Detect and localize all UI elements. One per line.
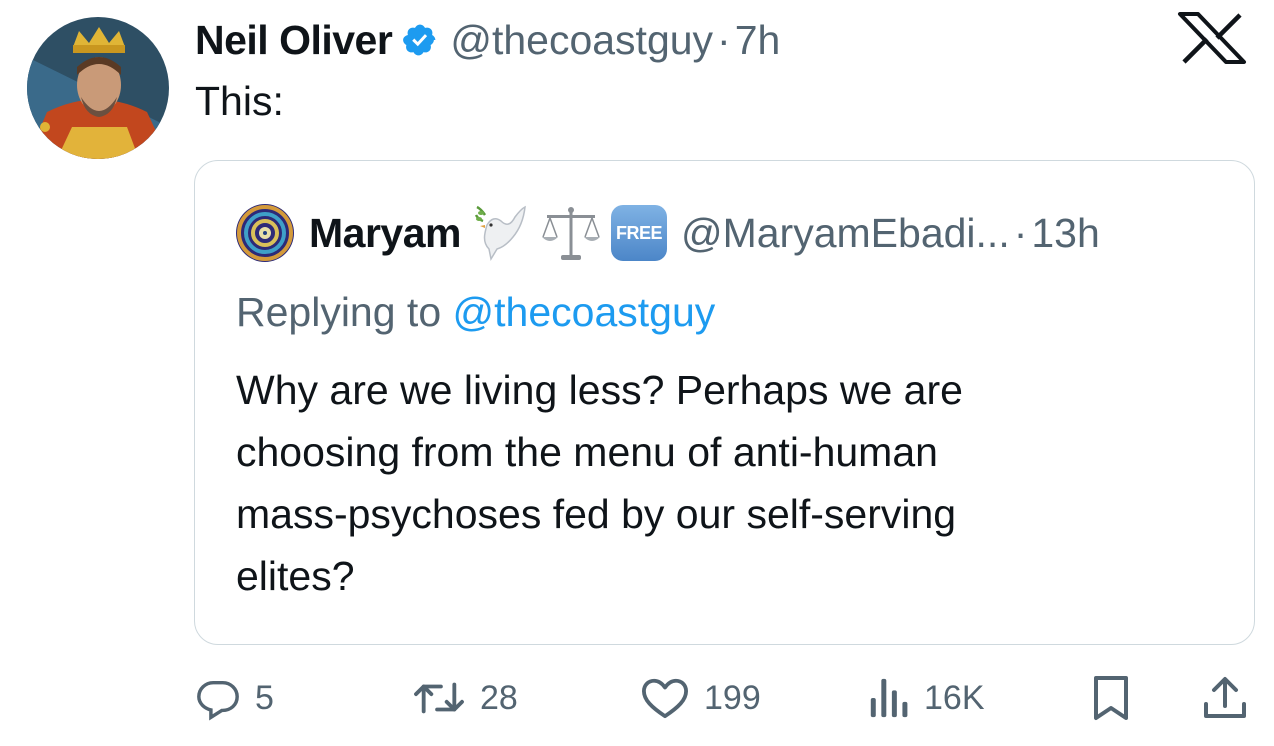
repost-count: 28: [480, 678, 518, 717]
share-icon: [1204, 677, 1246, 718]
replying-prefix: Replying to: [236, 289, 442, 335]
quoted-author-avatar[interactable]: [236, 204, 294, 262]
scales-emoji: [541, 203, 601, 263]
bookmark-button[interactable]: [1090, 668, 1132, 728]
author-name[interactable]: Neil Oliver: [195, 17, 393, 64]
separator-dot: ·: [1013, 209, 1028, 256]
replying-to-mention[interactable]: @thecoastguy: [453, 289, 716, 335]
author-handle[interactable]: @thecoastguy: [450, 17, 713, 64]
like-count: 199: [704, 678, 761, 717]
quoted-tweet-time[interactable]: 13h: [1031, 210, 1099, 257]
like-icon: [642, 678, 688, 719]
tweet-time[interactable]: 7h: [735, 17, 781, 64]
free-emoji: FREE: [610, 205, 667, 261]
tweet-text: This:: [195, 78, 284, 124]
tweet-header: Neil Oliver @thecoastguy · 7h: [195, 12, 780, 68]
views-button[interactable]: 16K: [868, 668, 985, 728]
x-logo-icon: [1174, 12, 1250, 64]
tweet-actions: 5 28 199 16K: [0, 668, 1274, 728]
replying-to-line: Replying to @thecoastguy: [236, 289, 715, 336]
views-count: 16K: [924, 678, 985, 717]
reply-count: 5: [255, 678, 274, 717]
reply-icon: [197, 680, 239, 721]
quoted-author-name[interactable]: Maryam: [309, 210, 461, 257]
author-avatar[interactable]: [27, 17, 169, 159]
quoted-tweet-header: Maryam FREE @MaryamEbadi... · 13h: [236, 203, 1100, 263]
quoted-author-handle[interactable]: @MaryamEbadi...: [681, 210, 1010, 257]
dove-emoji: [474, 203, 527, 263]
like-button[interactable]: 199: [640, 668, 761, 728]
repost-button[interactable]: 28: [412, 668, 518, 728]
bookmark-icon: [1094, 676, 1128, 720]
quoted-tweet-card[interactable]: Maryam FREE @MaryamEbadi... · 13h Replyi…: [194, 160, 1255, 645]
quoted-tweet-text: Why are we living less? Perhaps we are c…: [236, 367, 963, 599]
views-icon: [870, 678, 908, 718]
reply-button[interactable]: 5: [195, 668, 274, 728]
separator-dot: ·: [717, 16, 731, 63]
share-button[interactable]: [1202, 668, 1248, 728]
repost-icon: [414, 682, 464, 714]
verified-badge-icon: [402, 22, 438, 58]
